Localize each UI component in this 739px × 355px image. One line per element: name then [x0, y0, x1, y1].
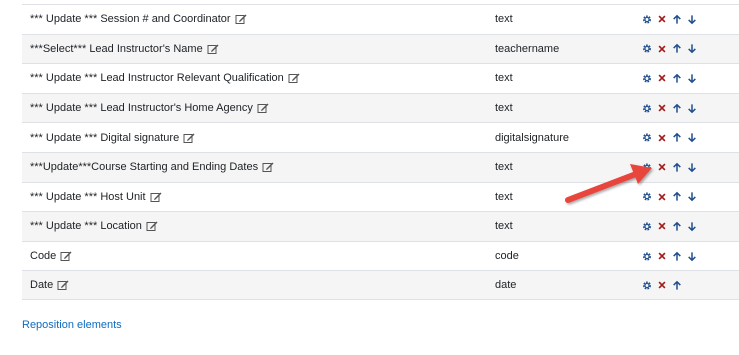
element-type: digitalsignature [495, 131, 569, 144]
arrow-down-icon[interactable] [687, 161, 697, 173]
element-type: text [495, 220, 513, 233]
element-name: *** Update *** Session # and Coordinator [30, 13, 231, 26]
gear-icon[interactable] [642, 102, 652, 114]
arrow-down-icon[interactable] [687, 250, 697, 262]
arrow-up-icon[interactable] [672, 13, 682, 25]
edit-icon[interactable] [57, 279, 69, 291]
table-row: *** Update *** Location text [22, 211, 739, 241]
element-name: *** Update *** Host Unit [30, 190, 146, 203]
element-type: code [495, 250, 519, 263]
close-icon[interactable] [657, 132, 667, 144]
edit-icon[interactable] [235, 13, 247, 25]
close-icon[interactable] [657, 191, 667, 203]
arrow-up-icon[interactable] [672, 220, 682, 232]
arrow-down-icon[interactable] [687, 191, 697, 203]
arrow-up-icon[interactable] [672, 72, 682, 84]
gear-icon[interactable] [642, 13, 652, 25]
edit-icon[interactable] [257, 102, 269, 114]
element-type: date [495, 279, 517, 292]
edit-icon[interactable] [60, 250, 72, 262]
close-icon[interactable] [657, 250, 667, 262]
edit-icon[interactable] [150, 191, 162, 203]
arrow-up-icon[interactable] [672, 102, 682, 114]
arrow-up-icon[interactable] [672, 161, 682, 173]
element-name: ***Select*** Lead Instructor's Name [30, 42, 203, 55]
arrow-down-icon[interactable] [687, 13, 697, 25]
table-row: ***Select*** Lead Instructor's Name teac… [22, 33, 739, 64]
reposition-elements-link[interactable]: Reposition elements [22, 319, 122, 331]
gear-icon[interactable] [642, 220, 652, 232]
element-type: text [495, 161, 513, 174]
arrow-up-icon[interactable] [672, 132, 682, 144]
table-row: ***Update***Course Starting and Ending D… [22, 151, 739, 182]
element-name: Code [30, 250, 57, 263]
gear-icon[interactable] [642, 161, 652, 173]
element-type: teachername [495, 42, 560, 55]
edit-icon[interactable] [207, 43, 219, 55]
arrow-up-icon[interactable] [672, 279, 682, 291]
element-name: *** Update *** Lead Instructor Relevant … [30, 72, 284, 85]
edit-icon[interactable] [183, 132, 195, 144]
arrow-up-icon[interactable] [672, 43, 682, 55]
element-type: text [495, 72, 513, 85]
close-icon[interactable] [657, 102, 667, 114]
element-name: *** Update *** Digital signature [30, 131, 180, 144]
edit-icon[interactable] [262, 161, 274, 173]
table-row: Code code [22, 240, 739, 271]
close-icon[interactable] [657, 161, 667, 173]
element-type: text [495, 13, 513, 26]
element-name: *** Update *** Location [30, 220, 142, 233]
gear-icon[interactable] [642, 72, 652, 84]
edit-icon[interactable] [146, 220, 158, 232]
arrow-up-icon[interactable] [672, 191, 682, 203]
arrow-down-icon[interactable] [687, 72, 697, 84]
arrow-up-icon[interactable] [672, 250, 682, 262]
edit-icon[interactable] [288, 72, 300, 84]
table-row: Date date [22, 270, 739, 300]
elements-table: *** Update *** Session # and Coordinator… [22, 4, 739, 300]
table-row: *** Update *** Lead Instructor Relevant … [22, 63, 739, 93]
arrow-down-icon[interactable] [687, 220, 697, 232]
table-row: *** Update *** Session # and Coordinator… [22, 4, 739, 34]
element-type: text [495, 102, 513, 115]
table-row: *** Update *** Digital signature digital… [22, 122, 739, 152]
gear-icon[interactable] [642, 279, 652, 291]
element-name: ***Update***Course Starting and Ending D… [30, 161, 259, 174]
element-name: *** Update *** Lead Instructor's Home Ag… [30, 102, 253, 115]
element-type: text [495, 190, 513, 203]
arrow-down-icon[interactable] [687, 102, 697, 114]
close-icon[interactable] [657, 13, 667, 25]
close-icon[interactable] [657, 279, 667, 291]
close-icon[interactable] [657, 220, 667, 232]
gear-icon[interactable] [642, 132, 652, 144]
close-icon[interactable] [657, 72, 667, 84]
table-row: *** Update *** Host Unit text [22, 181, 739, 212]
close-icon[interactable] [657, 43, 667, 55]
arrow-down-icon[interactable] [687, 132, 697, 144]
gear-icon[interactable] [642, 191, 652, 203]
arrow-down-icon[interactable] [687, 43, 697, 55]
table-row: *** Update *** Lead Instructor's Home Ag… [22, 92, 739, 123]
element-name: Date [30, 279, 54, 292]
gear-icon[interactable] [642, 250, 652, 262]
gear-icon[interactable] [642, 43, 652, 55]
